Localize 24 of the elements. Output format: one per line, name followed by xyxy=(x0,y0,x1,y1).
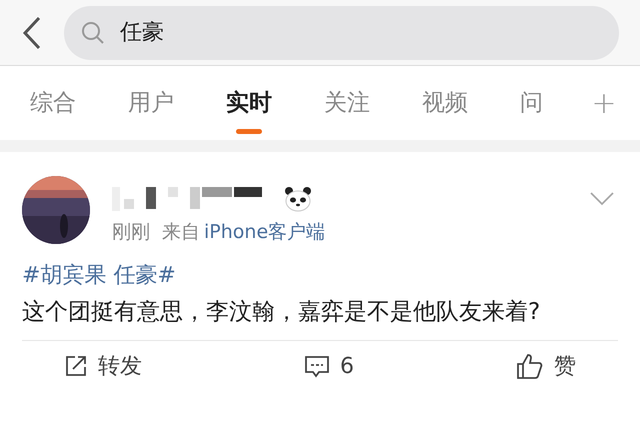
tab[interactable]: 关注 xyxy=(324,66,370,140)
share-icon xyxy=(64,354,88,378)
comment-icon xyxy=(304,354,330,378)
search-text: 任豪 xyxy=(120,19,164,47)
tab[interactable]: 视频 xyxy=(422,66,468,140)
search-field[interactable]: 任豪 xyxy=(64,6,619,60)
search-icon xyxy=(80,20,106,46)
thumbs-up-icon xyxy=(516,352,544,380)
tab-indicator xyxy=(236,129,262,134)
add-tab-button[interactable]: + xyxy=(591,80,617,126)
back-icon xyxy=(22,16,42,50)
hashtag-link[interactable]: #胡宾果 任豪# xyxy=(22,258,618,292)
panda-icon xyxy=(284,186,312,212)
comment-button[interactable]: 6 xyxy=(304,350,354,382)
tab[interactable]: 实时 xyxy=(226,66,272,140)
repost-button[interactable]: 转发 xyxy=(64,350,142,382)
post-time: 刚刚 xyxy=(112,220,150,245)
tab[interactable]: 综合 xyxy=(30,66,76,140)
source-prefix: 来自 xyxy=(162,220,200,245)
tab[interactable]: 用户 xyxy=(128,66,174,140)
post-text: 这个团挺有意思，李汶翰，嘉弈是不是他队友来着? xyxy=(22,298,542,326)
tab[interactable]: 问 xyxy=(520,66,543,140)
source-link[interactable]: iPhone客户端 xyxy=(204,218,326,246)
like-button[interactable]: 赞 xyxy=(516,350,576,382)
